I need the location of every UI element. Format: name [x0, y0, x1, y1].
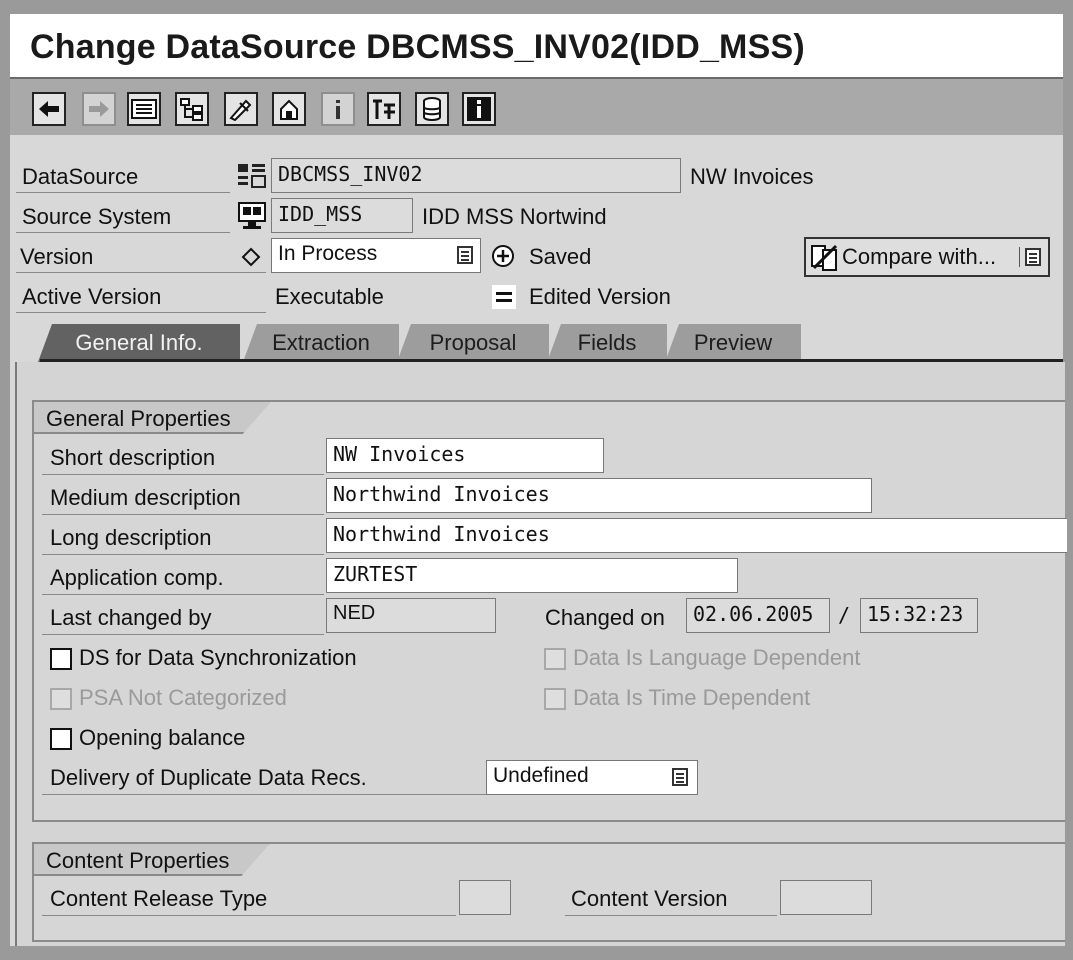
dropdown-icon[interactable]: [456, 245, 474, 265]
changed-on-label: Changed on: [545, 605, 665, 630]
display-change-icon[interactable]: [127, 92, 161, 126]
last-changed-by-label: Last changed by: [50, 605, 212, 630]
title-bar: Change DataSource DBCMSS_INV02(IDD_MSS): [10, 14, 1063, 79]
long-description-label: Long description: [50, 525, 212, 550]
content-release-type-label: Content Release Type: [50, 886, 268, 911]
datasource-description: NW Invoices: [690, 164, 814, 189]
application-toolbar: [10, 79, 1063, 135]
time-dependent-checkbox: [544, 688, 566, 710]
version-value: In Process: [278, 242, 378, 265]
source-system-label: Source System: [22, 204, 172, 229]
medium-description-label: Medium description: [50, 485, 241, 510]
ds-sync-checkbox[interactable]: [50, 648, 72, 670]
activate-icon[interactable]: [272, 92, 306, 126]
datasource-type-icon: [236, 161, 268, 196]
short-description-label: Short description: [50, 445, 216, 470]
version-diamond-icon: [241, 247, 261, 272]
tab-general-info[interactable]: General Info.: [38, 324, 240, 362]
dropdown-icon[interactable]: [1019, 247, 1042, 267]
delivery-duplicate-dropdown[interactable]: Undefined: [486, 760, 698, 795]
datasource-field[interactable]: DBCMSS_INV02: [271, 158, 681, 193]
back-icon[interactable]: [32, 92, 66, 126]
active-version-label: Active Version: [22, 284, 162, 309]
saved-plus-icon: [491, 244, 515, 273]
tab-preview[interactable]: Preview: [665, 324, 801, 362]
window-title: Change DataSource DBCMSS_INV02(IDD_MSS): [30, 28, 805, 66]
technical-settings-icon[interactable]: [367, 92, 401, 126]
application-comp-label: Application comp.: [50, 565, 224, 590]
database-icon[interactable]: [415, 92, 449, 126]
medium-description-input[interactable]: Northwind Invoices: [326, 478, 872, 513]
content-properties-group: Content Properties Content Release Type …: [32, 842, 1065, 942]
delivery-duplicate-value: Undefined: [493, 764, 589, 787]
date-time-separator: /: [838, 603, 851, 627]
information-icon[interactable]: [462, 92, 496, 126]
dropdown-icon[interactable]: [671, 767, 689, 787]
language-dependent-checkbox: [544, 648, 566, 670]
general-properties-title: General Properties: [32, 400, 273, 434]
source-system-icon: [236, 201, 268, 236]
version-status: Saved: [529, 244, 592, 269]
general-info-panel: General Properties Short description NW …: [15, 362, 1067, 946]
tab-proposal[interactable]: Proposal: [397, 324, 549, 362]
check-icon[interactable]: [224, 92, 258, 126]
hierarchy-icon[interactable]: [175, 92, 209, 126]
psa-not-categorized-label: PSA Not Categorized: [79, 685, 287, 710]
short-description-input[interactable]: NW Invoices: [326, 438, 604, 473]
general-properties-group: General Properties Short description NW …: [32, 400, 1067, 822]
sap-window: Change DataSource DBCMSS_INV02(IDD_MSS): [10, 14, 1067, 946]
compare-with-button[interactable]: Compare with...: [804, 237, 1050, 277]
source-system-description: IDD MSS Nortwind: [422, 204, 607, 229]
changed-on-time-field: 15:32:23: [860, 598, 978, 633]
active-version-value: Executable: [275, 284, 384, 309]
opening-balance-label: Opening balance: [79, 725, 246, 750]
content-properties-title: Content Properties: [32, 842, 271, 876]
delivery-duplicate-label: Delivery of Duplicate Data Recs.: [50, 765, 367, 790]
opening-balance-checkbox[interactable]: [50, 728, 72, 750]
version-label: Version: [20, 244, 94, 269]
last-changed-by-field: NED: [326, 598, 496, 633]
language-dependent-label: Data Is Language Dependent: [573, 645, 861, 670]
tab-extraction[interactable]: Extraction: [243, 324, 399, 362]
datasource-label: DataSource: [22, 164, 139, 189]
long-description-input[interactable]: Northwind Invoices: [326, 518, 1067, 553]
source-system-field[interactable]: IDD_MSS: [271, 198, 413, 233]
application-comp-input[interactable]: ZURTEST: [326, 558, 738, 593]
compare-with-label: Compare with...: [842, 244, 997, 269]
psa-not-categorized-checkbox: [50, 688, 72, 710]
compare-icon: [811, 244, 838, 271]
content-version-label: Content Version: [571, 886, 728, 911]
content-release-type-field: [459, 880, 511, 915]
time-dependent-label: Data Is Time Dependent: [573, 685, 811, 710]
forward-icon[interactable]: [82, 92, 116, 126]
edited-equals-icon: [491, 284, 517, 315]
info-icon[interactable]: [321, 92, 355, 126]
version-dropdown[interactable]: In Process: [271, 238, 481, 273]
tab-fields[interactable]: Fields: [547, 324, 667, 362]
active-version-status: Edited Version: [529, 284, 671, 309]
ds-sync-label: DS for Data Synchronization: [79, 645, 357, 670]
changed-on-date-field: 02.06.2005: [686, 598, 830, 633]
content-version-field: [780, 880, 872, 915]
